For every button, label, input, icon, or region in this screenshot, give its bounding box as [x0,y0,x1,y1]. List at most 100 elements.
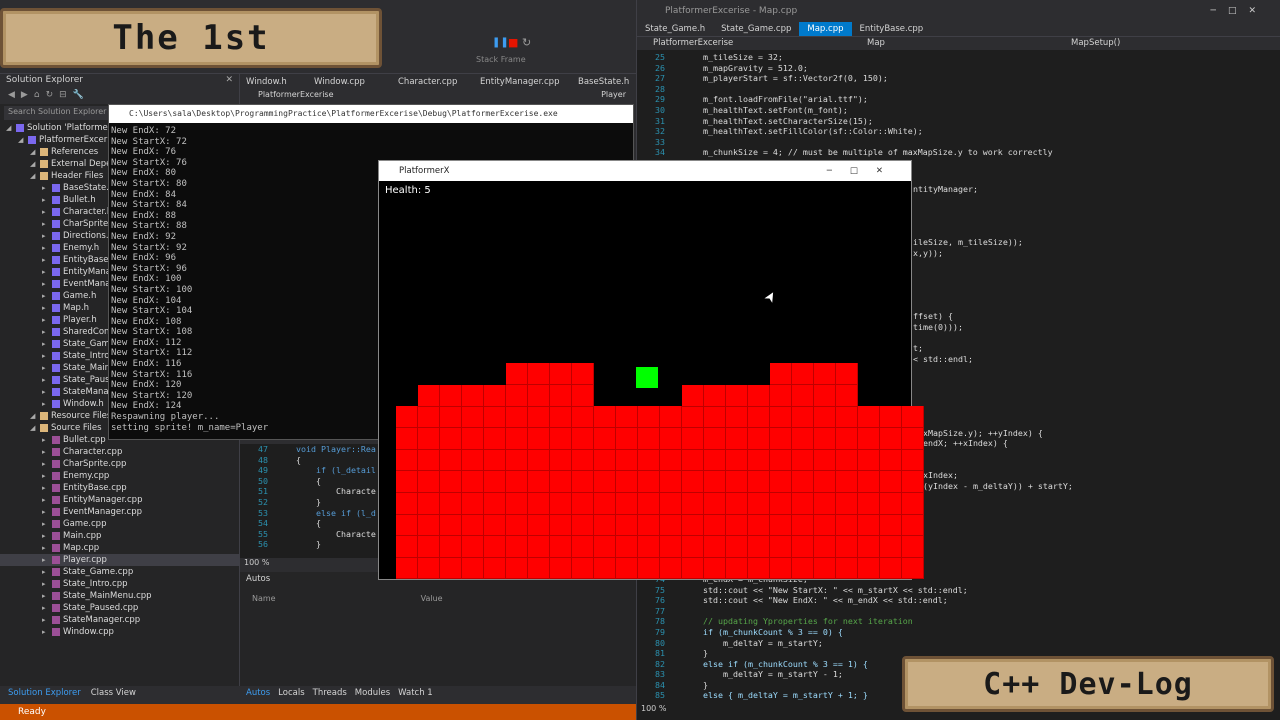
forward-icon[interactable]: ▶ [21,90,28,102]
left-code-editor[interactable]: 47 void Player::Rea 48{49 if (l_detail 50 {… [240,444,378,558]
left-zoom[interactable]: 100 % [244,558,269,567]
expand-arrow-icon[interactable]: ▸ [42,494,52,506]
tree-item[interactable]: ▸ Character.cpp [0,446,239,458]
expand-arrow-icon[interactable]: ▸ [42,482,52,494]
expand-arrow-icon[interactable]: ▸ [42,266,52,278]
expand-arrow-icon[interactable]: ◢ [18,134,28,146]
tree-item[interactable]: ▸ State_Paused.cpp [0,602,239,614]
expand-arrow-icon[interactable]: ▸ [42,194,52,206]
expand-arrow-icon[interactable]: ▸ [42,446,52,458]
tab-window-cpp[interactable]: Window.cpp [308,76,392,90]
expand-arrow-icon[interactable]: ▸ [42,518,52,530]
nav-scope-right[interactable]: Map [847,37,1067,50]
expand-arrow-icon[interactable]: ◢ [30,158,40,170]
right-zoom[interactable]: 100 % [641,704,666,713]
restart-icon[interactable]: ↻ [522,36,531,49]
line-number: 47 [258,444,268,454]
tree-item[interactable]: ▸ EntityBase.cpp [0,482,239,494]
expand-arrow-icon[interactable]: ▸ [42,314,52,326]
expand-arrow-icon[interactable]: ▸ [42,554,52,566]
expand-arrow-icon[interactable]: ▸ [42,398,52,410]
home-icon[interactable]: ⌂ [34,90,40,102]
expand-arrow-icon[interactable]: ▸ [42,362,52,374]
expand-arrow-icon[interactable]: ▸ [42,290,52,302]
expand-arrow-icon[interactable]: ▸ [42,530,52,542]
expand-arrow-icon[interactable]: ▸ [42,434,52,446]
expand-arrow-icon[interactable]: ▸ [42,254,52,266]
game-canvas[interactable]: Health: 5 ➤ [379,181,924,580]
expand-arrow-icon[interactable]: ▸ [42,614,52,626]
expand-arrow-icon[interactable]: ▸ [42,386,52,398]
tree-item[interactable]: ▸ Game.cpp [0,518,239,530]
tab-character-cpp[interactable]: Character.cpp [392,76,474,90]
expand-arrow-icon[interactable]: ▸ [42,338,52,350]
back-icon[interactable]: ◀ [8,90,15,102]
tree-item[interactable]: ▸ CharSprite.cpp [0,458,239,470]
stop-icon[interactable]: ■ [508,36,518,49]
expand-arrow-icon[interactable]: ◢ [30,410,40,422]
tab-state-game-cpp[interactable]: State_Game.cpp [713,22,799,36]
properties-icon[interactable]: 🔧 [73,90,84,102]
line-number: 27 [655,73,665,84]
tab-state-game-h[interactable]: State_Game.h [637,22,713,36]
tree-item[interactable]: ▸ EntityManager.cpp [0,494,239,506]
nav-project[interactable]: PlatformerExcerise [258,90,334,102]
expand-arrow-icon[interactable]: ▸ [42,350,52,362]
expand-arrow-icon[interactable]: ▸ [42,242,52,254]
tree-item[interactable]: ▸ Enemy.cpp [0,470,239,482]
tab-autos[interactable]: Autos [246,686,270,700]
expand-arrow-icon[interactable]: ▸ [42,602,52,614]
expand-arrow-icon[interactable]: ▸ [42,458,52,470]
file-icon [52,543,60,552]
tree-item[interactable]: ▸ EventManager.cpp [0,506,239,518]
tab-solution-explorer[interactable]: Solution Explorer [8,686,81,700]
tree-item[interactable]: ▸ State_Game.cpp [0,566,239,578]
tab-basestate-h[interactable]: BaseState.h [572,76,636,90]
refresh-icon[interactable]: ↻ [46,90,54,102]
tab-entitybase-cpp[interactable]: EntityBase.cpp [852,22,932,36]
tree-item[interactable]: ▸ Window.cpp [0,626,239,638]
nav-scope[interactable]: Player [601,90,626,102]
expand-arrow-icon[interactable]: ▸ [42,542,52,554]
expand-arrow-icon[interactable]: ▸ [42,230,52,242]
expand-arrow-icon[interactable]: ▸ [42,566,52,578]
tab-locals[interactable]: Locals [278,686,304,700]
tree-item[interactable]: ▸ Map.cpp [0,542,239,554]
expand-arrow-icon[interactable]: ▸ [42,578,52,590]
expand-arrow-icon[interactable]: ◢ [6,122,16,134]
expand-arrow-icon[interactable]: ◢ [30,422,40,434]
game-window-controls[interactable]: ─□✕ [827,161,901,181]
close-icon[interactable]: ✕ [225,75,233,85]
expand-arrow-icon[interactable]: ▸ [42,626,52,638]
window-controls[interactable]: ─□✕ [1211,0,1268,22]
tab-map-cpp[interactable]: Map.cpp [799,22,852,36]
tab-modules[interactable]: Modules [355,686,390,700]
expand-arrow-icon[interactable]: ▸ [42,590,52,602]
expand-arrow-icon[interactable]: ◢ [30,170,40,182]
expand-arrow-icon[interactable]: ▸ [42,302,52,314]
expand-arrow-icon[interactable]: ▸ [42,470,52,482]
collapse-icon[interactable]: ⊟ [59,90,67,102]
tab-entitymanager-cpp[interactable]: EntityManager.cpp [474,76,572,90]
expand-arrow-icon[interactable]: ▸ [42,506,52,518]
expand-arrow-icon[interactable]: ▸ [42,326,52,338]
nav-member-right[interactable]: MapSetup() [1067,37,1120,50]
expand-arrow-icon[interactable]: ▸ [42,206,52,218]
tree-item[interactable]: ▸ State_MainMenu.cpp [0,590,239,602]
expand-arrow-icon[interactable]: ▸ [42,182,52,194]
tab-threads[interactable]: Threads [313,686,347,700]
nav-project-right[interactable]: PlatformerExcerise [637,37,847,50]
tab-watch1[interactable]: Watch 1 [398,686,433,700]
map-tile [880,406,902,429]
pause-icon[interactable]: ❚❚ [492,37,509,48]
expand-arrow-icon[interactable]: ▸ [42,218,52,230]
tab-class-view[interactable]: Class View [91,686,136,700]
expand-arrow-icon[interactable]: ▸ [42,374,52,386]
tab-window-h[interactable]: Window.h [240,76,308,90]
tree-item[interactable]: ▸ Main.cpp [0,530,239,542]
tree-item[interactable]: ▸ State_Intro.cpp [0,578,239,590]
tree-item[interactable]: ▸ StateManager.cpp [0,614,239,626]
tree-item[interactable]: ▸ Player.cpp [0,554,239,566]
expand-arrow-icon[interactable]: ◢ [30,146,40,158]
expand-arrow-icon[interactable]: ▸ [42,278,52,290]
